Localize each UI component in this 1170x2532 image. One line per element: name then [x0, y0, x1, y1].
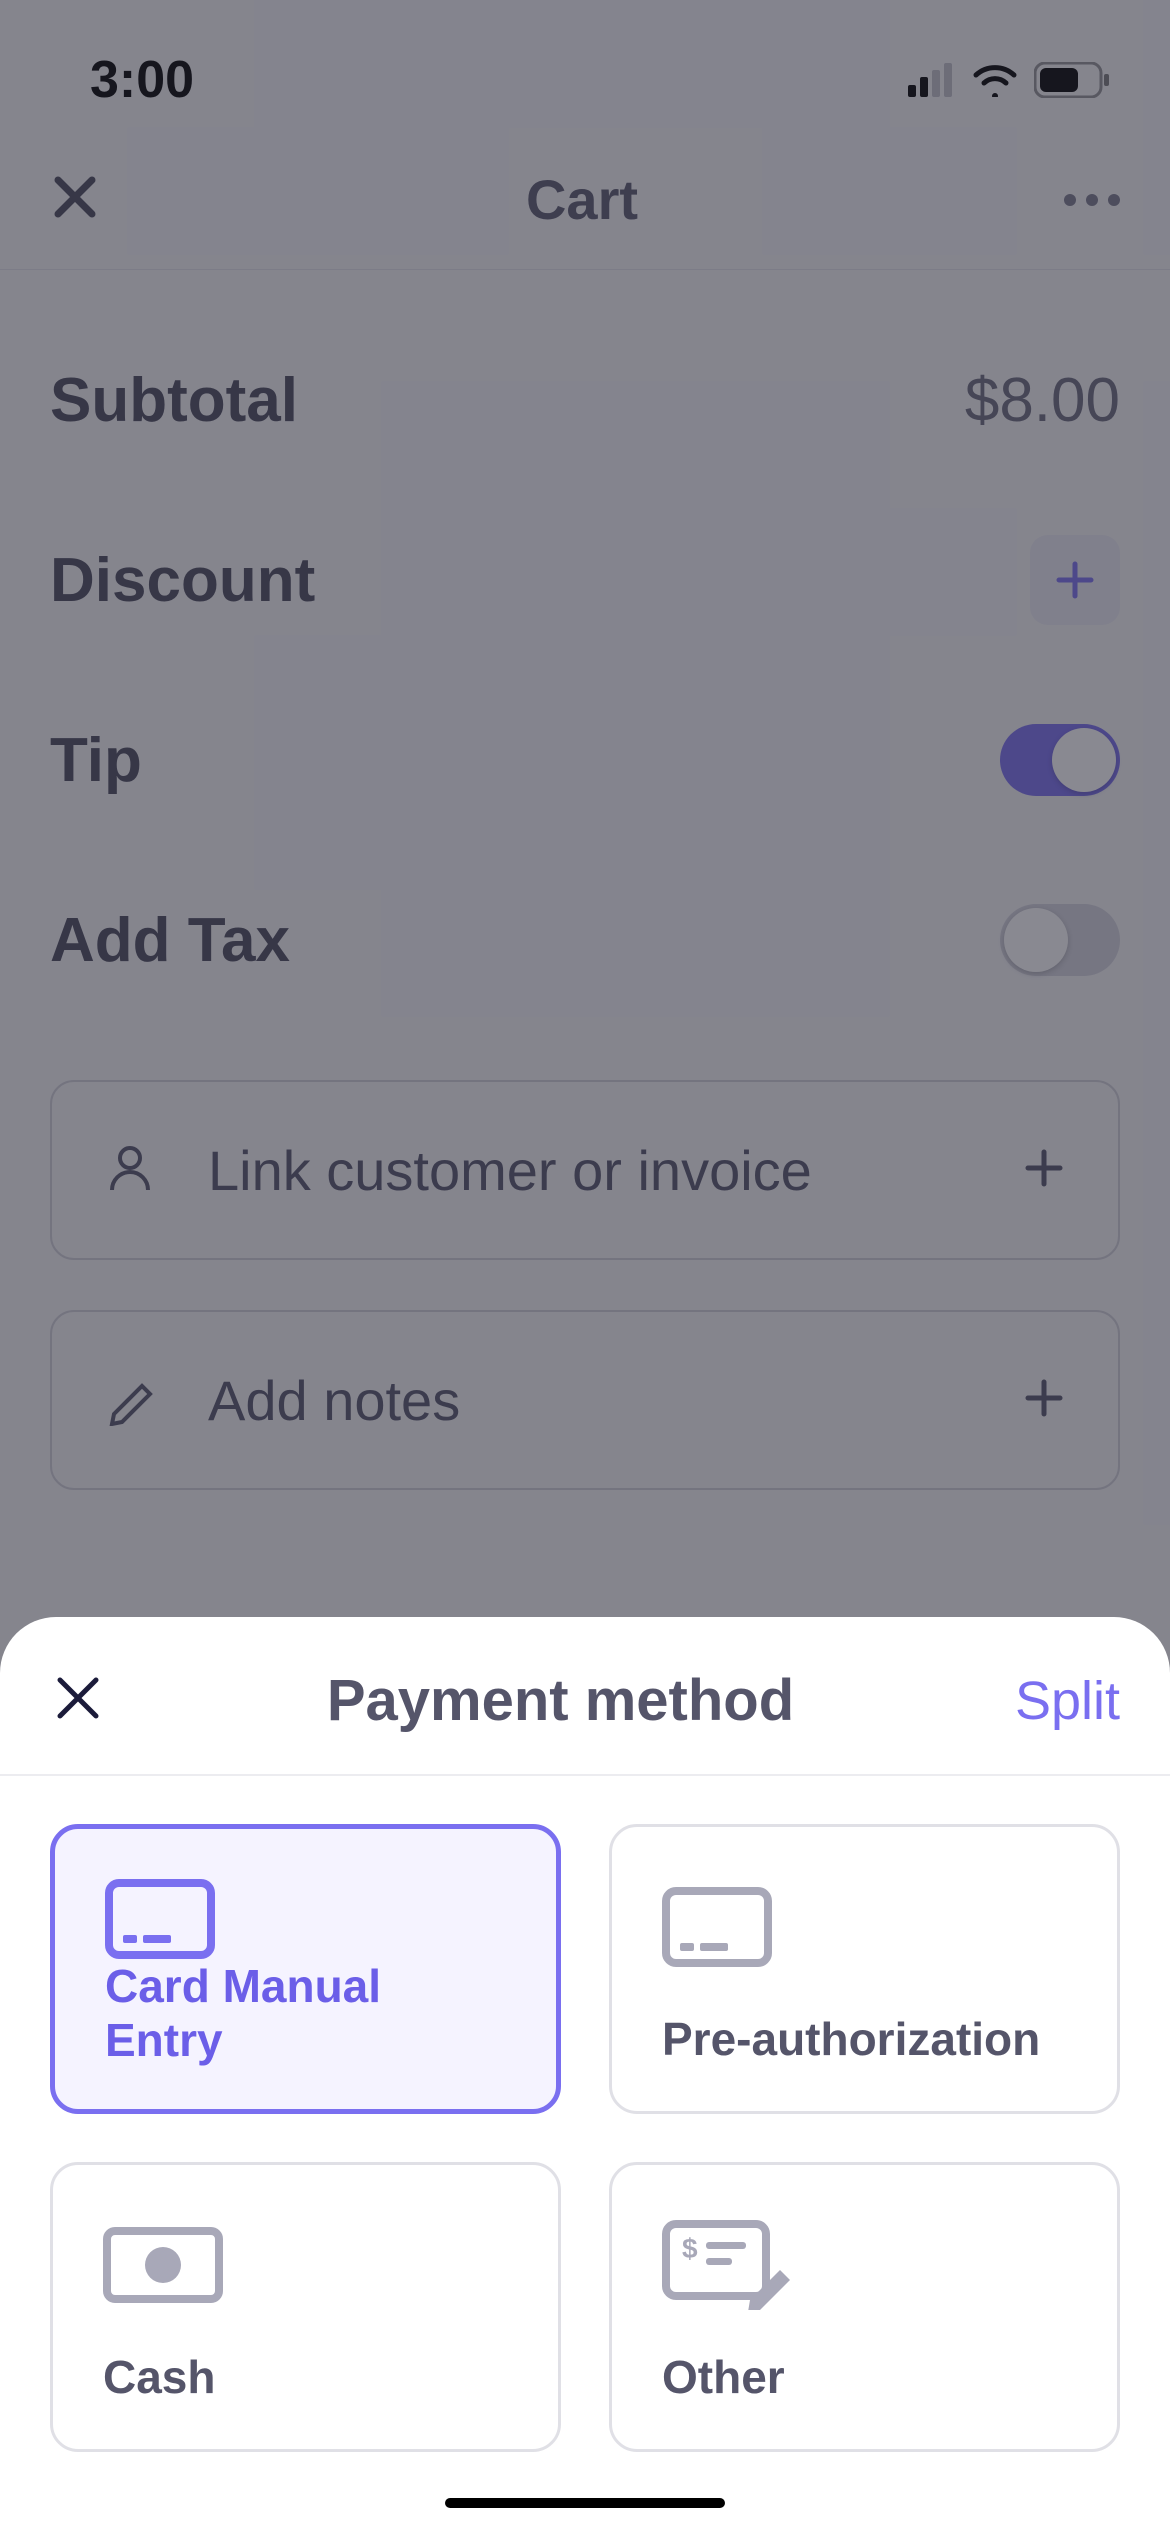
split-button[interactable]: Split	[1015, 1670, 1120, 1732]
svg-text:$: $	[682, 2233, 698, 2264]
option-label: Pre-authorization	[662, 2012, 1067, 2066]
option-label: Cash	[103, 2350, 508, 2404]
card-icon	[662, 1877, 1067, 1977]
option-label: Other	[662, 2350, 1067, 2404]
payment-method-sheet: Payment method Split Card Manual Entry	[0, 1617, 1170, 2532]
cash-icon	[103, 2215, 508, 2315]
check-icon: $	[662, 2215, 1067, 2315]
option-pre-authorization[interactable]: Pre-authorization	[609, 1824, 1120, 2114]
sheet-close-button[interactable]	[50, 1670, 106, 1731]
card-icon	[105, 1879, 506, 1959]
option-cash[interactable]: Cash	[50, 2162, 561, 2452]
sheet-title: Payment method	[327, 1667, 794, 1734]
option-card-manual-entry[interactable]: Card Manual Entry	[50, 1824, 561, 2114]
home-indicator[interactable]	[445, 2498, 725, 2508]
option-label: Card Manual Entry	[105, 1959, 506, 2067]
option-other[interactable]: $ Other	[609, 2162, 1120, 2452]
